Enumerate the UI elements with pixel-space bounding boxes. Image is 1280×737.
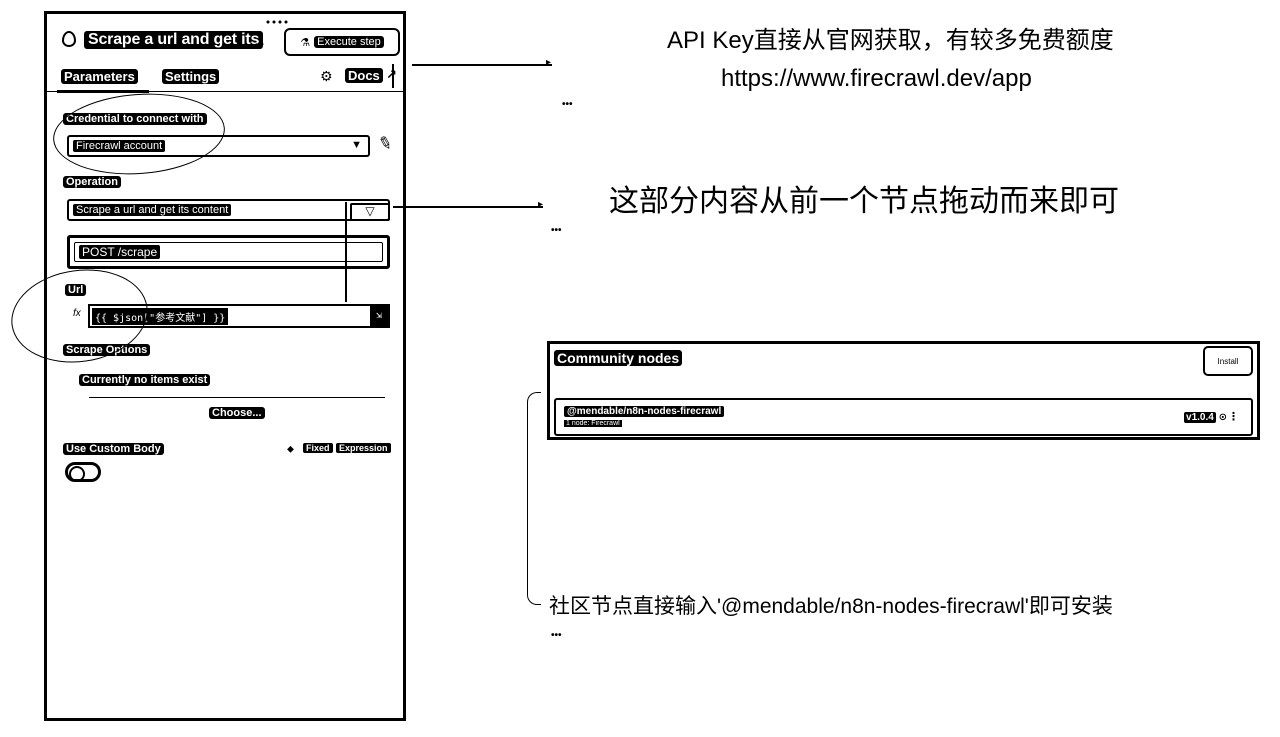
title-overflow: ... (255, 36, 265, 48)
endpoint-text: POST /scrape (79, 245, 161, 259)
gear-icon[interactable]: ⚙ (320, 68, 333, 85)
empty-items-note: Currently no items exist (79, 374, 211, 386)
install-bracket-line (527, 392, 541, 605)
operation-label: Operation (63, 176, 121, 188)
drag-note: 这部分内容从前一个节点拖动而来即可 (609, 185, 1119, 218)
docs-connector (392, 64, 394, 88)
drag-handle[interactable] (265, 20, 289, 24)
endpoint-notice: POST /scrape (67, 235, 390, 269)
api-key-arrow (412, 64, 552, 66)
credential-highlight-circle (50, 88, 228, 180)
community-nodes-card: Community nodes Install @mendable/n8n-no… (547, 341, 1260, 440)
package-nodes-count: 1 node: Firecrawl (564, 420, 622, 427)
drag-icon: ⬥ (287, 444, 294, 455)
node-settings-panel: Scrape a url and get its ... ⚗ Execute s… (5, 11, 406, 721)
firecrawl-icon (62, 31, 76, 47)
url-label: Url (65, 284, 87, 296)
flask-icon: ⚗ (300, 36, 311, 49)
operation-select[interactable]: Scrape a url and get its content (67, 199, 390, 221)
fixed-mode-button[interactable]: Fixed (303, 443, 333, 453)
install-note: 社区节点直接输入'@mendable/n8n-nodes-firecrawl'即… (549, 595, 1113, 618)
ellipsis-icon: ••• (562, 99, 573, 110)
tab-divider (47, 91, 403, 92)
choose-option-button[interactable]: Choose... (209, 407, 265, 419)
scrape-options-label: Scrape Options (63, 344, 151, 356)
api-key-url: https://www.firecrawl.dev/app (721, 65, 1032, 92)
docs-link[interactable]: Docs (345, 68, 383, 83)
options-divider (89, 397, 385, 398)
execute-step-label: Execute step (314, 36, 384, 48)
custom-body-toggle[interactable] (65, 462, 101, 482)
chevron-down-icon[interactable]: ▽ (350, 203, 390, 221)
custom-body-label: Use Custom Body (63, 443, 164, 455)
arrow-head-icon: ▸ (546, 57, 552, 68)
ellipsis-icon: ••• (551, 630, 562, 641)
credential-label: Credential to connect with (63, 113, 207, 125)
package-version: v1.0.4 ⊙ (1184, 412, 1227, 423)
tab-parameters[interactable]: Parameters (61, 69, 138, 84)
tab-settings[interactable]: Settings (162, 69, 220, 84)
drag-arrow (393, 206, 543, 208)
arrow-head-icon: ▸ (538, 199, 544, 210)
url-connector (345, 202, 347, 302)
node-title[interactable]: Scrape a url and get its (84, 31, 264, 49)
chevron-down-icon: ▼ (351, 139, 362, 151)
install-button[interactable]: Install (1203, 346, 1253, 376)
community-nodes-title: Community nodes (554, 350, 683, 366)
credential-select[interactable]: Firecrawl account ▼ (67, 135, 370, 157)
community-node-row[interactable]: @mendable/n8n-nodes-firecrawl 1 node: Fi… (554, 398, 1253, 436)
url-input[interactable]: {{ $json["参考文献"] }} ⇲ (88, 304, 390, 328)
expression-icon: fx (73, 308, 81, 319)
ellipsis-icon: ••• (551, 225, 562, 236)
edit-credential-icon[interactable]: ✎ (376, 132, 395, 155)
expression-mode-button[interactable]: Expression (336, 443, 391, 453)
execute-step-button[interactable]: ⚗ Execute step (284, 28, 400, 56)
more-options-icon[interactable]: ⋮ (1228, 410, 1239, 423)
api-key-note: API Key直接从官网获取，有较多免费额度 (667, 27, 1114, 54)
package-name: @mendable/n8n-nodes-firecrawl (564, 406, 725, 417)
mapping-icon[interactable]: ⇲ (370, 306, 388, 326)
toggle-knob (69, 466, 85, 482)
url-expression-value: {{ $json["参考文献"] }} (92, 307, 229, 325)
